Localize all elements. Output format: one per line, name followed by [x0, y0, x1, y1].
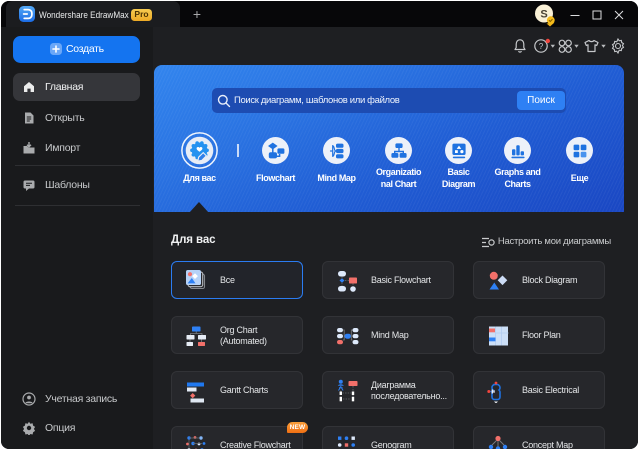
- svg-text:S: S: [540, 9, 547, 21]
